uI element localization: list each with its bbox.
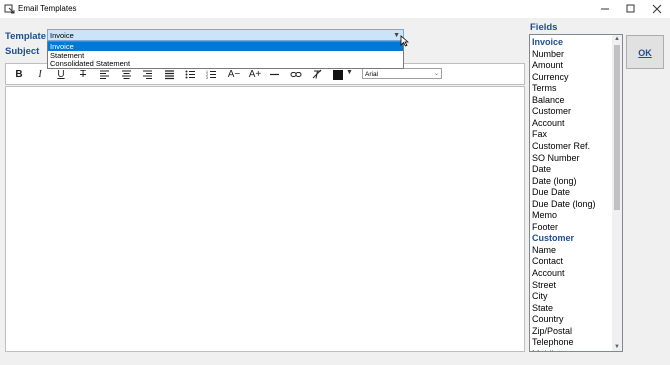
underline-button[interactable]: U xyxy=(52,67,70,83)
maximize-icon xyxy=(626,4,635,13)
template-select-value: Invoice xyxy=(50,31,74,40)
scroll-up-icon[interactable]: ▲ xyxy=(612,36,622,42)
template-label: Template xyxy=(5,31,47,42)
font-select[interactable]: Arial ⌄ xyxy=(362,68,442,79)
field-item[interactable]: Account xyxy=(532,268,565,278)
window-title: Email Templates xyxy=(18,4,77,13)
decrease-font-button[interactable]: A− xyxy=(223,67,245,83)
font-select-value: Arial xyxy=(365,71,379,78)
bullet-list-button[interactable] xyxy=(181,67,199,83)
increase-font-icon: A+ xyxy=(248,69,262,80)
align-right-icon xyxy=(142,70,152,79)
field-item[interactable]: Due Date xyxy=(532,187,570,197)
close-icon xyxy=(652,4,662,14)
bullet-list-icon xyxy=(185,70,195,79)
field-item[interactable]: Contact xyxy=(532,256,563,266)
justify-button[interactable] xyxy=(160,67,178,83)
link-icon xyxy=(290,72,302,77)
minimize-icon xyxy=(601,8,609,10)
field-group-header[interactable]: Customer xyxy=(532,233,574,243)
dropdown-option-invoice[interactable]: Invoice xyxy=(48,42,403,51)
message-editor[interactable] xyxy=(5,86,525,352)
field-item[interactable]: Customer Ref. xyxy=(532,141,590,151)
bold-icon: B xyxy=(15,69,23,80)
field-item[interactable]: Currency xyxy=(532,72,569,82)
scroll-down-icon[interactable]: ▼ xyxy=(612,344,622,350)
align-center-button[interactable] xyxy=(117,67,135,83)
color-dropdown-icon[interactable]: ▼ xyxy=(346,69,353,76)
clear-format-icon xyxy=(312,69,321,79)
field-item[interactable]: State xyxy=(532,303,553,313)
font-color-swatch[interactable] xyxy=(333,70,343,80)
ok-button[interactable]: OK xyxy=(626,35,664,69)
clear-format-button[interactable] xyxy=(308,67,326,83)
align-left-button[interactable] xyxy=(95,67,113,83)
decrease-font-icon: A− xyxy=(227,69,241,80)
align-center-icon xyxy=(121,70,131,79)
field-item[interactable]: Fax xyxy=(532,129,547,139)
field-item[interactable]: City xyxy=(532,291,548,301)
align-right-button[interactable] xyxy=(138,67,156,83)
field-item[interactable]: Zip/Postal xyxy=(532,326,572,336)
svg-text:3: 3 xyxy=(206,76,208,80)
field-item[interactable]: Due Date (long) xyxy=(532,199,596,209)
italic-icon: I xyxy=(38,69,42,80)
field-item[interactable]: Telephone xyxy=(532,337,574,347)
field-item[interactable]: Terms xyxy=(532,83,557,93)
template-dropdown-list: Invoice Statement Consolidated Statement xyxy=(47,41,404,69)
field-item[interactable]: Mobile xyxy=(532,349,559,351)
justify-icon xyxy=(164,70,174,80)
field-item[interactable]: Amount xyxy=(532,60,563,70)
title-bar: Email Templates xyxy=(0,0,670,18)
field-group-header[interactable]: Invoice xyxy=(532,37,563,47)
field-item[interactable]: Balance xyxy=(532,95,565,105)
field-item[interactable]: Street xyxy=(532,280,556,290)
maximize-button[interactable] xyxy=(618,0,644,18)
close-button[interactable] xyxy=(644,0,670,18)
scroll-thumb[interactable] xyxy=(614,45,620,210)
strikethrough-icon: T xyxy=(79,69,87,80)
field-item[interactable]: Country xyxy=(532,314,564,324)
minimize-button[interactable] xyxy=(592,0,618,18)
field-item[interactable]: Customer xyxy=(532,106,571,116)
link-button[interactable] xyxy=(287,67,305,83)
align-left-icon xyxy=(99,70,109,79)
field-item[interactable]: Account xyxy=(532,118,565,128)
fields-scrollbar[interactable]: ▲ ▼ xyxy=(612,35,622,351)
mouse-cursor-icon xyxy=(400,35,409,47)
app-icon xyxy=(4,4,15,14)
bold-button[interactable]: B xyxy=(10,67,28,83)
field-item[interactable]: Name xyxy=(532,245,556,255)
chevron-down-icon: ⌄ xyxy=(433,71,439,77)
dropdown-option-statement[interactable]: Statement xyxy=(48,51,403,60)
strikethrough-button[interactable]: T xyxy=(74,67,92,83)
horizontal-rule-button[interactable] xyxy=(265,67,283,83)
italic-button[interactable]: I xyxy=(31,67,49,83)
dropdown-option-consolidated-statement[interactable]: Consolidated Statement xyxy=(48,59,403,68)
fields-list[interactable]: Invoice Number Amount Currency Terms Balance C… xyxy=(529,34,623,352)
field-item[interactable]: Date (long) xyxy=(532,176,577,186)
template-select[interactable]: Invoice ▼ xyxy=(47,29,404,41)
field-item[interactable]: Date xyxy=(532,164,551,174)
fields-label: Fields xyxy=(530,22,558,33)
field-item[interactable]: Number xyxy=(532,49,564,59)
underline-icon: U xyxy=(57,69,65,80)
horizontal-rule-icon xyxy=(269,73,279,76)
field-item[interactable]: SO Number xyxy=(532,153,580,163)
field-item[interactable]: Footer xyxy=(532,222,558,232)
subject-label: Subject xyxy=(5,46,40,57)
field-item[interactable]: Memo xyxy=(532,210,557,220)
numbered-list-button[interactable]: 123 xyxy=(202,67,220,83)
numbered-list-icon: 123 xyxy=(206,70,216,80)
increase-font-button[interactable]: A+ xyxy=(244,67,266,83)
